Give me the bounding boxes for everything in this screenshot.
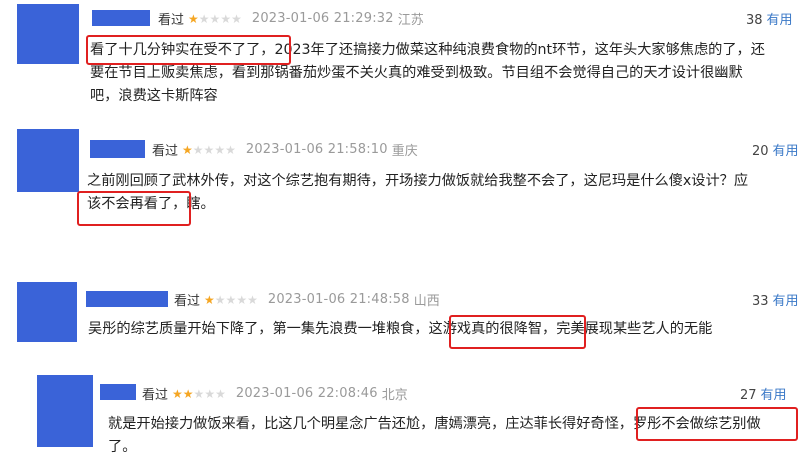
useful-button[interactable]: 有用	[773, 144, 799, 159]
comment-line: 该不会再看了，瞎。	[87, 196, 215, 212]
comment-line: 了。	[108, 439, 137, 455]
comment-line: 就是开始接力做饭来看，比这几个明星念广告还尬，唐嫣漂亮，庄达菲长得好奇怪，罗彤不…	[108, 416, 761, 432]
avatar[interactable]	[17, 129, 79, 192]
star-filled-icon: ★	[188, 11, 199, 26]
comment-line: 看了十几分钟实在受不了了，2023年了还搞接力做菜这种纯浪费食物的nt环节，这年…	[90, 42, 765, 58]
star-empty-icon: ★	[231, 11, 242, 26]
rating-stars: ★ ★ ★ ★ ★	[182, 144, 236, 156]
star-empty-icon: ★	[220, 11, 232, 26]
useful-button[interactable]: 有用	[767, 13, 793, 28]
star-filled-icon: ★	[182, 386, 194, 401]
username-mask[interactable]	[92, 10, 150, 26]
comment-line: 吧，浪费这卡斯阵容	[90, 88, 218, 104]
watched-status: 看过	[158, 13, 185, 28]
comment-text: 吴彤的综艺质量开始下降了，第一集先浪费一堆粮食，这游戏真的很降智，完美展现某些艺…	[88, 318, 800, 341]
star-empty-icon: ★	[193, 386, 205, 401]
useful-count: 27	[740, 388, 757, 403]
location: 江苏	[397, 13, 424, 28]
username-mask[interactable]	[90, 140, 145, 158]
useful-count: 33	[752, 294, 769, 309]
timestamp: 2023-01-06 22:08:46	[235, 386, 378, 401]
avatar[interactable]	[17, 4, 79, 64]
username-mask[interactable]	[86, 291, 168, 307]
timestamp: 2023-01-06 21:29:32	[251, 11, 394, 26]
star-empty-icon: ★	[247, 292, 258, 307]
star-empty-icon: ★	[215, 386, 226, 401]
watched-status: 看过	[142, 388, 169, 403]
timestamp: 2023-01-06 21:48:58	[267, 292, 410, 307]
avatar[interactable]	[37, 375, 93, 447]
star-empty-icon: ★	[209, 11, 221, 26]
star-empty-icon: ★	[198, 11, 210, 26]
timestamp: 2023-01-06 21:58:10	[245, 142, 388, 157]
avatar[interactable]	[17, 282, 77, 342]
comment-text: 之前刚回顾了武林外传，对这个综艺抱有期待，开场接力做饭就给我整不会了，这尼玛是什…	[87, 170, 799, 216]
comment-line: 要在节目上贩卖焦虑，看到那锅番茄炒蛋不关火真的难受到极致。节目组不会觉得自己的天…	[90, 65, 743, 81]
star-filled-icon: ★	[172, 386, 183, 401]
rating-stars: ★ ★ ★ ★ ★	[188, 13, 242, 25]
star-empty-icon: ★	[236, 292, 248, 307]
comment-text: 看了十几分钟实在受不了了，2023年了还搞接力做菜这种纯浪费食物的nt环节，这年…	[90, 39, 800, 108]
useful-count: 38	[746, 13, 763, 28]
comment-text: 就是开始接力做饭来看，比这几个明星念广告还尬，唐嫣漂亮，庄达菲长得好奇怪，罗彤不…	[108, 413, 798, 459]
useful-count: 20	[752, 144, 769, 159]
comment-line: 吴彤的综艺质量开始下降了，第一集先浪费一堆粮食，这游戏真的很降智，完美展现某些艺…	[88, 321, 713, 337]
star-empty-icon: ★	[214, 292, 226, 307]
watched-status: 看过	[152, 144, 179, 159]
comment-line: 之前刚回顾了武林外传，对这个综艺抱有期待，开场接力做饭就给我整不会了，这尼玛是什…	[87, 173, 749, 189]
rating-stars: ★ ★ ★ ★ ★	[204, 294, 258, 306]
star-filled-icon: ★	[204, 292, 215, 307]
rating-stars: ★ ★ ★ ★ ★	[172, 388, 226, 400]
star-empty-icon: ★	[192, 142, 204, 157]
location: 山西	[413, 294, 440, 309]
star-empty-icon: ★	[214, 142, 226, 157]
location: 北京	[381, 388, 408, 403]
location: 重庆	[391, 144, 418, 159]
star-empty-icon: ★	[225, 292, 237, 307]
useful-button[interactable]: 有用	[761, 388, 787, 403]
useful-button[interactable]: 有用	[773, 294, 799, 309]
username-mask[interactable]	[100, 384, 136, 400]
star-empty-icon: ★	[204, 386, 216, 401]
star-empty-icon: ★	[225, 142, 236, 157]
watched-status: 看过	[174, 294, 201, 309]
star-filled-icon: ★	[182, 142, 193, 157]
star-empty-icon: ★	[203, 142, 215, 157]
